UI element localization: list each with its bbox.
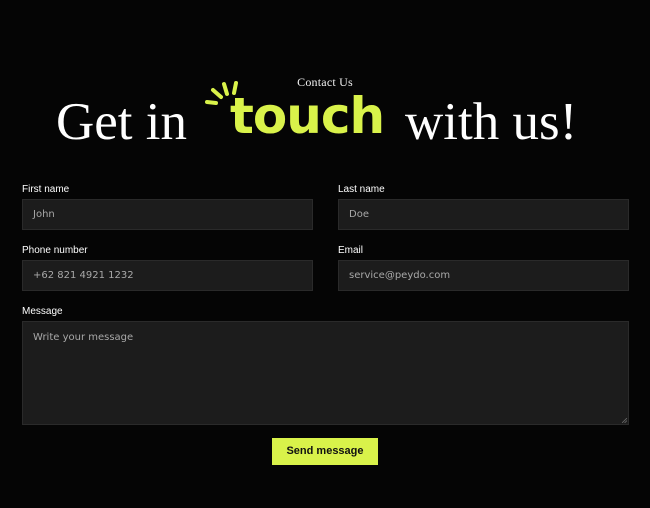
email-label: Email — [338, 245, 364, 256]
headline-part-after: with us! — [405, 93, 578, 151]
headline-part-before: Get in — [56, 93, 187, 151]
first-name-label: First name — [22, 184, 70, 195]
headline-accent-word: touch — [230, 87, 385, 145]
send-message-button[interactable]: Send message — [272, 438, 378, 465]
resize-grip-icon[interactable] — [622, 418, 627, 423]
page-headline: Get in touch with us! — [0, 81, 650, 152]
last-name-field[interactable]: Doe — [338, 199, 629, 230]
last-name-label: Last name — [338, 184, 385, 195]
email-field[interactable]: service@peydo.com — [338, 260, 629, 291]
first-name-field[interactable]: John — [22, 199, 313, 230]
phone-number-field[interactable]: +62 821 4921 1232 — [22, 260, 313, 291]
message-label: Message — [22, 306, 63, 317]
message-placeholder: Write your message — [33, 332, 134, 343]
message-textarea[interactable]: Write your message — [22, 321, 629, 425]
phone-number-label: Phone number — [22, 245, 88, 256]
